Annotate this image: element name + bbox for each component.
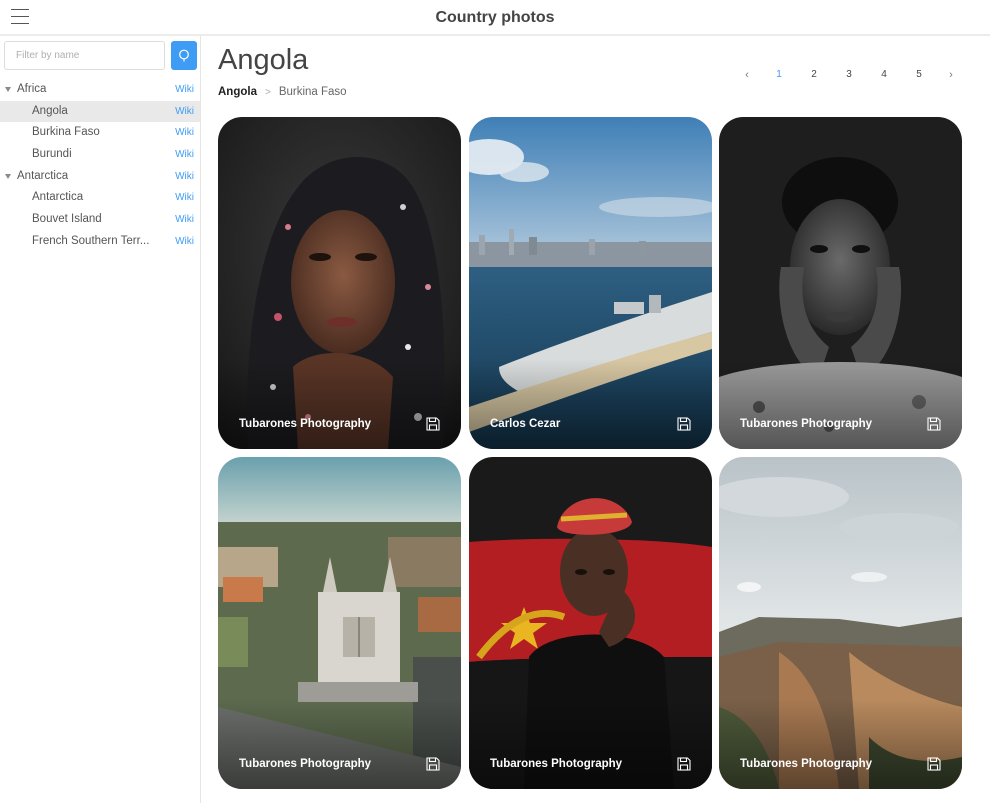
tree-item-bouvet-island[interactable]: Bouvet Island Wiki (0, 209, 200, 231)
pagination-page-5[interactable]: 5 (912, 69, 926, 80)
photo-author: Tubarones Photography (239, 418, 372, 430)
caption-gradient (469, 699, 712, 789)
sidebar: Africa Wiki Angola Wiki Burkina Faso Wik… (0, 36, 201, 803)
tree-label: Antarctica (32, 191, 84, 204)
caption-gradient (469, 359, 712, 449)
wiki-link[interactable]: Wiki (175, 79, 194, 101)
main-content: Angola Angola > Burkina Faso ‹ 1 2 3 4 5 › (202, 36, 990, 803)
breadcrumb-next[interactable]: Burkina Faso (279, 86, 347, 98)
photo-author: Tubarones Photography (740, 418, 873, 430)
caption-gradient (719, 699, 962, 789)
pagination-next[interactable]: › (944, 69, 958, 81)
tree-item-antarctica[interactable]: Antarctica Wiki (0, 187, 200, 209)
pagination-page-2[interactable]: 2 (807, 69, 821, 80)
photo-card[interactable]: Carlos Cezar (469, 117, 712, 449)
photo-author: Tubarones Photography (239, 758, 372, 770)
pagination-page-4[interactable]: 4 (877, 69, 891, 80)
caret-down-icon[interactable] (5, 173, 11, 179)
wiki-link[interactable]: Wiki (175, 166, 194, 188)
tree-label: Angola (32, 104, 68, 117)
tree-label: Africa (17, 83, 47, 95)
tree-item-burkina-faso[interactable]: Burkina Faso Wiki (0, 122, 200, 144)
tree-label: French Southern Terr... (32, 234, 150, 247)
search-button[interactable] (171, 41, 197, 70)
wiki-link[interactable]: Wiki (175, 231, 194, 253)
pagination-page-3[interactable]: 3 (842, 69, 856, 80)
photo-card[interactable]: Tubarones Photography (218, 457, 461, 789)
page-title: Angola (218, 44, 309, 76)
photo-author: Tubarones Photography (740, 758, 873, 770)
filter-input[interactable] (4, 41, 165, 70)
save-icon[interactable] (676, 756, 692, 772)
wiki-link[interactable]: Wiki (175, 187, 194, 209)
pagination-page-1[interactable]: 1 (772, 69, 786, 80)
photo-card[interactable]: Tubarones Photography (719, 457, 962, 789)
caption-gradient (218, 359, 461, 449)
caption-gradient (719, 359, 962, 449)
app-title: Country photos (435, 9, 555, 26)
photo-card[interactable]: Tubarones Photography (218, 117, 461, 449)
wiki-link[interactable]: Wiki (175, 144, 194, 166)
top-bar: Country photos (0, 0, 990, 36)
country-tree: Africa Wiki Angola Wiki Burkina Faso Wik… (0, 79, 200, 253)
save-icon[interactable] (676, 416, 692, 432)
tree-label: Antarctica (17, 169, 69, 182)
tree-label: Burkina Faso (32, 126, 100, 139)
tree-item-french-southern-territories[interactable]: French Southern Terr... Wiki (0, 231, 200, 253)
search-icon (179, 49, 189, 62)
wiki-link[interactable]: Wiki (175, 122, 194, 144)
tree-label: Burundi (32, 148, 72, 161)
save-icon[interactable] (425, 416, 441, 432)
tree-item-angola[interactable]: Angola Wiki (0, 100, 200, 123)
photo-card[interactable]: Tubarones Photography (719, 117, 962, 449)
photo-author: Tubarones Photography (490, 758, 623, 770)
chevron-right-icon: > (264, 87, 271, 98)
tree-item-burundi[interactable]: Burundi Wiki (0, 144, 200, 166)
breadcrumb-current: Angola (218, 86, 257, 98)
photo-card[interactable]: Tubarones Photography (469, 457, 712, 789)
caption-gradient (218, 699, 461, 789)
wiki-link[interactable]: Wiki (175, 101, 194, 123)
breadcrumb: Angola > Burkina Faso (218, 86, 347, 98)
tree-label: Bouvet Island (32, 213, 102, 226)
pagination-prev[interactable]: ‹ (740, 69, 754, 81)
caret-down-icon[interactable] (5, 87, 11, 92)
wiki-link[interactable]: Wiki (175, 209, 194, 231)
tree-group-africa[interactable]: Africa Wiki (0, 79, 200, 101)
save-icon[interactable] (926, 416, 942, 432)
photo-author: Carlos Cezar (490, 418, 561, 430)
save-icon[interactable] (425, 756, 441, 772)
save-icon[interactable] (926, 756, 942, 772)
tree-group-antarctica[interactable]: Antarctica Wiki (0, 166, 200, 188)
